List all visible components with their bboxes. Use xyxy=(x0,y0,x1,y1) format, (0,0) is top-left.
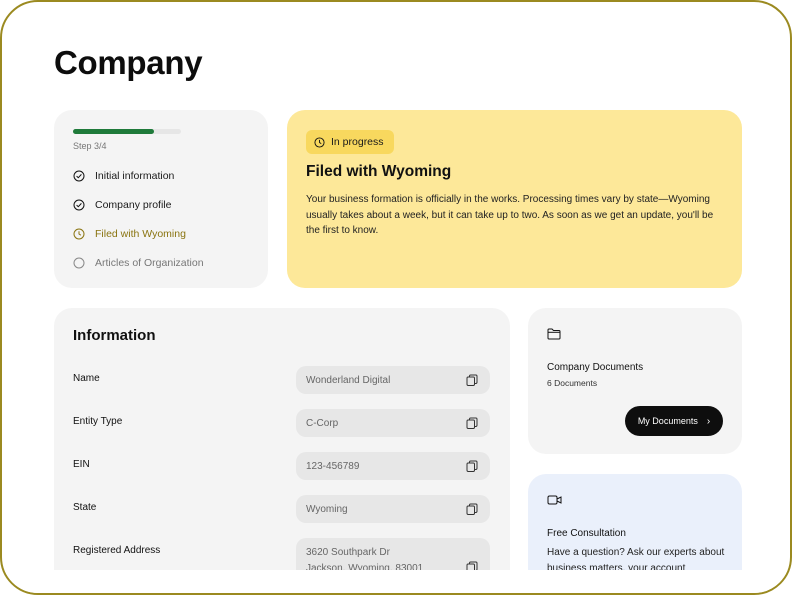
step-label: Initial information xyxy=(95,170,175,182)
name-value: Wonderland Digital xyxy=(306,374,391,386)
step-label: Filed with Wyoming xyxy=(95,228,186,240)
progress-bar xyxy=(73,129,181,134)
chevron-right-icon: › xyxy=(706,415,711,427)
ein-field[interactable]: 123-456789 xyxy=(296,452,490,480)
step-articles-of-organization: Articles of Organization xyxy=(73,257,204,269)
copy-icon[interactable] xyxy=(466,503,478,515)
state-value: Wyoming xyxy=(306,503,348,515)
my-documents-button[interactable]: My Documents › xyxy=(625,406,723,436)
step-initial-information: Initial information xyxy=(73,170,174,182)
entity-type-value: C-Corp xyxy=(306,417,339,429)
video-camera-icon xyxy=(547,495,562,505)
copy-icon[interactable] xyxy=(466,417,478,429)
page-title: Company xyxy=(54,44,203,81)
my-documents-button-label: My Documents xyxy=(637,416,698,426)
information-title: Information xyxy=(73,327,156,344)
step-label: Company profile xyxy=(95,199,172,211)
viewport-cutoff xyxy=(2,570,790,593)
documents-count: 6 Documents xyxy=(547,378,598,388)
step-label: Articles of Organization xyxy=(95,257,204,269)
progress-card: Step 3/4 Initial information Company pro… xyxy=(54,110,268,288)
check-circle-icon xyxy=(73,199,85,211)
state-field[interactable]: Wyoming xyxy=(296,495,490,523)
ein-label: EIN xyxy=(73,459,90,470)
documents-title: Company Documents xyxy=(547,362,644,373)
consultation-title: Free Consultation xyxy=(547,528,626,539)
empty-circle-icon xyxy=(73,257,85,269)
company-documents-card: Company Documents 6 Documents My Documen… xyxy=(528,308,742,454)
step-counter: Step 3/4 xyxy=(73,141,107,151)
status-badge-label: In progress xyxy=(331,136,384,148)
app-frame: Company Step 3/4 Initial information Com… xyxy=(0,0,792,595)
clock-icon xyxy=(73,228,85,240)
entity-type-field[interactable]: C-Corp xyxy=(296,409,490,437)
status-title: Filed with Wyoming xyxy=(306,163,452,180)
address-line-1: 3620 Southpark Dr xyxy=(306,547,390,558)
ein-value: 123-456789 xyxy=(306,460,360,472)
folder-icon xyxy=(547,328,561,340)
name-label: Name xyxy=(73,373,100,384)
step-filed-with-wyoming: Filed with Wyoming xyxy=(73,228,186,240)
progress-bar-fill xyxy=(73,129,154,134)
status-badge: In progress xyxy=(306,130,394,154)
step-company-profile: Company profile xyxy=(73,199,171,211)
clock-icon xyxy=(314,136,325,148)
status-card: In progress Filed with Wyoming Your busi… xyxy=(287,110,742,288)
registered-address-label: Registered Address xyxy=(73,545,161,556)
status-description: Your business formation is officially in… xyxy=(306,194,714,237)
check-circle-icon xyxy=(73,170,85,182)
entity-type-label: Entity Type xyxy=(73,416,123,427)
state-label: State xyxy=(73,502,97,513)
name-field[interactable]: Wonderland Digital xyxy=(296,366,490,394)
information-card: Information Name Wonderland Digital Enti… xyxy=(54,308,510,593)
copy-icon[interactable] xyxy=(466,374,478,386)
copy-icon[interactable] xyxy=(466,460,478,472)
